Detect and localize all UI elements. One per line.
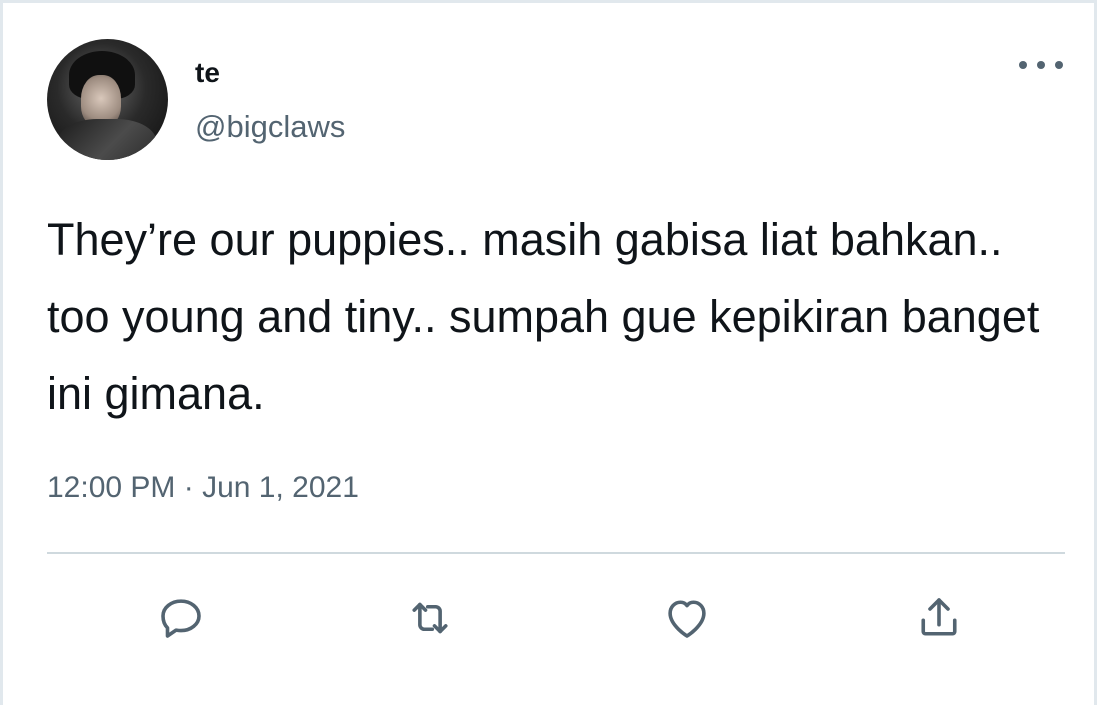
more-dot	[1055, 61, 1063, 69]
more-dot	[1019, 61, 1027, 69]
tweet-date: Jun 1, 2021	[202, 471, 359, 504]
retweet-button[interactable]	[400, 588, 460, 648]
reply-button[interactable]	[151, 588, 211, 648]
author-handle[interactable]: @bigclaws	[195, 109, 345, 145]
timestamp-separator: ·	[175, 471, 203, 504]
tweet-timestamp[interactable]: 12:00 PM · Jun 1, 2021	[47, 471, 359, 505]
avatar-body	[57, 119, 157, 160]
share-button[interactable]	[909, 588, 969, 648]
author-name[interactable]: te	[195, 57, 220, 89]
tweet-card: te @bigclaws They’re our puppies.. masih…	[0, 0, 1097, 705]
heart-icon	[668, 600, 706, 638]
avatar[interactable]	[47, 39, 168, 160]
tweet-time: 12:00 PM	[47, 471, 176, 504]
share-icon	[921, 598, 957, 636]
tweet-text: They’re our puppies.. masih gabisa liat …	[47, 214, 1040, 419]
reply-icon	[161, 599, 201, 638]
like-button[interactable]	[657, 588, 717, 648]
more-dot	[1037, 61, 1045, 69]
divider	[47, 552, 1065, 554]
more-horizontal-icon[interactable]	[1019, 51, 1063, 79]
retweet-icon	[412, 602, 448, 634]
